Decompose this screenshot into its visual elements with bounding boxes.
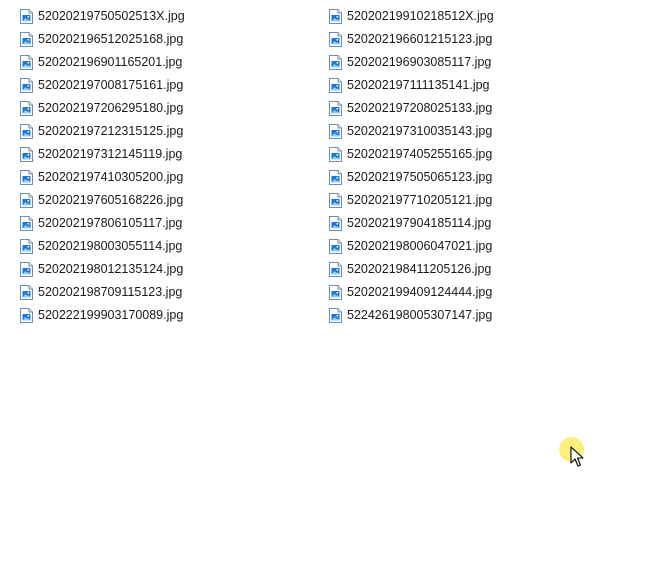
file-name: 520202197605168226.jpg [38, 193, 184, 207]
file-item[interactable]: 520202198003055114.jpg [20, 236, 182, 256]
file-item[interactable]: 520202197208025133.jpg [329, 98, 492, 118]
image-file-icon [329, 123, 342, 139]
file-name: 520202196512025168.jpg [38, 32, 184, 46]
file-name: 520202198006047021.jpg [347, 239, 493, 253]
image-file-icon [20, 54, 33, 70]
file-item[interactable]: 520202197206295180.jpg [20, 98, 183, 118]
file-name: 52020219750502513X.jpg [38, 9, 185, 23]
file-item[interactable]: 520202197505065123.jpg [329, 167, 492, 187]
file-name: 520202196901165201.jpg [38, 55, 183, 69]
file-item[interactable]: 520202197310035143.jpg [329, 121, 492, 141]
file-item[interactable]: 520202198006047021.jpg [329, 236, 492, 256]
image-file-icon [20, 307, 33, 323]
image-file-icon [329, 238, 342, 254]
image-file-icon [329, 261, 342, 277]
file-name: 520202198003055114.jpg [38, 239, 183, 253]
image-file-icon [20, 284, 33, 300]
file-item[interactable]: 520202197111135141.jpg [329, 75, 490, 95]
file-item[interactable]: 520202197212315125.jpg [20, 121, 183, 141]
file-name: 520202197505065123.jpg [347, 170, 493, 184]
image-file-icon [329, 192, 342, 208]
image-file-icon [20, 77, 33, 93]
image-file-icon [329, 146, 342, 162]
image-file-icon [329, 307, 342, 323]
image-file-icon [329, 284, 342, 300]
image-file-icon [329, 169, 342, 185]
mouse-pointer-icon [570, 446, 584, 467]
file-item[interactable]: 520202196601215123.jpg [329, 29, 492, 49]
image-file-icon [329, 54, 342, 70]
file-name: 520202197310035143.jpg [347, 124, 493, 138]
file-name: 520202197008175161.jpg [38, 78, 184, 92]
file-name: 520202198709115123.jpg [38, 285, 183, 299]
file-item[interactable]: 520202198411205126.jpg [329, 259, 491, 279]
file-item[interactable]: 520202198012135124.jpg [20, 259, 183, 279]
image-file-icon [20, 169, 33, 185]
file-item[interactable]: 520202197008175161.jpg [20, 75, 183, 95]
file-item[interactable]: 520222199903170089.jpg [20, 305, 183, 325]
file-item[interactable]: 520202199409124444.jpg [329, 282, 492, 302]
file-name: 520202198411205126.jpg [347, 262, 492, 276]
image-file-icon [20, 238, 33, 254]
file-item[interactable]: 520202198709115123.jpg [20, 282, 182, 302]
image-file-icon [20, 146, 33, 162]
file-name: 520202197312145119.jpg [38, 147, 183, 161]
image-file-icon [20, 192, 33, 208]
file-name: 522426198005307147.jpg [347, 308, 493, 322]
file-list: 52020219750502513X.jpg 520202196512025168… [0, 0, 646, 583]
file-item[interactable]: 520202197605168226.jpg [20, 190, 183, 210]
file-name: 520202196601215123.jpg [347, 32, 493, 46]
image-file-icon [20, 31, 33, 47]
file-item[interactable]: 520202197710205121.jpg [329, 190, 492, 210]
image-file-icon [329, 31, 342, 47]
file-item[interactable]: 522426198005307147.jpg [329, 305, 492, 325]
file-name: 520202197710205121.jpg [347, 193, 493, 207]
file-item[interactable]: 520202197904185114.jpg [329, 213, 491, 233]
file-item[interactable]: 520202197410305200.jpg [20, 167, 183, 187]
image-file-icon [329, 77, 342, 93]
image-file-icon [329, 100, 342, 116]
file-name: 520202196903085117.jpg [347, 55, 492, 69]
file-name: 520202197410305200.jpg [38, 170, 184, 184]
file-name: 520202198012135124.jpg [38, 262, 184, 276]
file-name: 520202197806105117.jpg [38, 216, 183, 230]
image-file-icon [20, 123, 33, 139]
file-item[interactable]: 520202197806105117.jpg [20, 213, 182, 233]
file-name: 520202197212315125.jpg [38, 124, 184, 138]
image-file-icon [20, 100, 33, 116]
file-item[interactable]: 520202197405255165.jpg [329, 144, 492, 164]
file-item[interactable]: 520202196903085117.jpg [329, 52, 491, 72]
file-item[interactable]: 52020219910218512X.jpg [329, 6, 494, 26]
file-name: 520202199409124444.jpg [347, 285, 493, 299]
file-item[interactable]: 520202196512025168.jpg [20, 29, 183, 49]
file-name: 520202197405255165.jpg [347, 147, 493, 161]
file-name: 520202197904185114.jpg [347, 216, 492, 230]
file-name: 520202197111135141.jpg [347, 78, 490, 92]
image-file-icon [329, 215, 342, 231]
file-name: 520202197206295180.jpg [38, 101, 184, 115]
file-item[interactable]: 52020219750502513X.jpg [20, 6, 185, 26]
image-file-icon [20, 215, 33, 231]
image-file-icon [20, 8, 33, 24]
image-file-icon [329, 8, 342, 24]
file-name: 520222199903170089.jpg [38, 308, 184, 322]
file-item[interactable]: 520202196901165201.jpg [20, 52, 182, 72]
file-name: 520202197208025133.jpg [347, 101, 493, 115]
file-name: 52020219910218512X.jpg [347, 9, 494, 23]
image-file-icon [20, 261, 33, 277]
file-item[interactable]: 520202197312145119.jpg [20, 144, 182, 164]
